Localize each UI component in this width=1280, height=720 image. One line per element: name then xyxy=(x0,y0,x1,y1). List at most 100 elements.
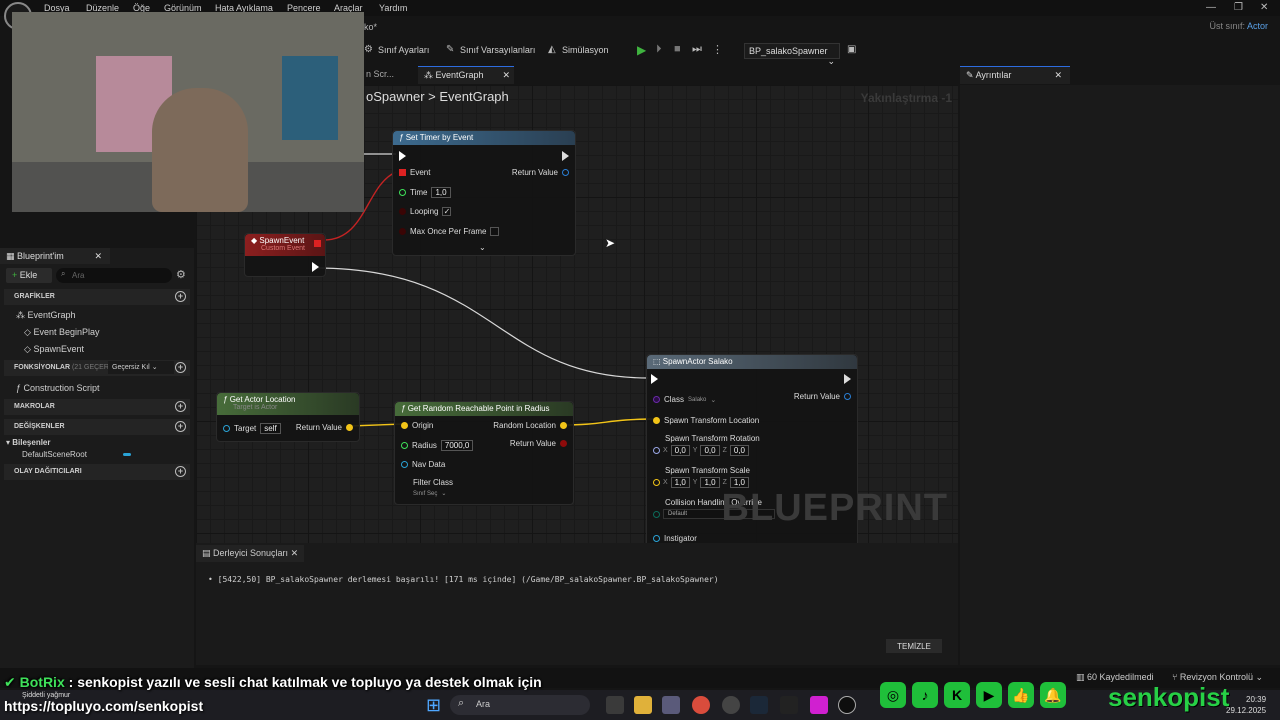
github-icon[interactable] xyxy=(722,696,740,714)
node-spawn-event[interactable]: ◆ SpawnEvent Custom Event xyxy=(244,233,326,277)
settings-gear-icon[interactable]: ⚙ xyxy=(176,268,186,281)
radius-pin[interactable]: Radius 7000,0 xyxy=(401,440,474,451)
tree-item-construction-script[interactable]: ƒ Construction Script xyxy=(16,383,100,393)
class-select[interactable]: Salako xyxy=(688,397,706,403)
spawn-scale-pin[interactable]: Spawn Transform Scale X 1,0 Y 1,0 Z 1,0 xyxy=(653,466,750,488)
return-value-pin[interactable]: Return Value xyxy=(794,392,851,401)
scale-y-input[interactable]: 1,0 xyxy=(700,477,720,488)
class-settings-button[interactable]: ⚙ Sınıf Ayarları xyxy=(364,45,429,56)
compiler-close-icon[interactable]: ✕ xyxy=(291,548,299,558)
return-value-pin[interactable]: Return Value xyxy=(512,168,569,177)
app-icon[interactable] xyxy=(810,696,828,714)
random-location-pin[interactable]: Random Location xyxy=(493,421,567,430)
tree-item-event-graph[interactable]: ⁂ EventGraph xyxy=(16,310,76,321)
tab-details[interactable]: ✎ Ayrıntılar ✕ xyxy=(960,66,1070,84)
exec-out-pin[interactable] xyxy=(312,262,319,272)
section-event-dispatchers[interactable]: OLAY DAĞITICILARI + xyxy=(4,464,190,480)
file-explorer-icon[interactable] xyxy=(634,696,652,714)
section-variables[interactable]: DEĞİŞKENLER + xyxy=(4,419,190,435)
rot-x-input[interactable]: 0,0 xyxy=(670,445,690,456)
tab-close-icon[interactable]: ✕ xyxy=(502,70,510,81)
nav-data-pin[interactable]: Nav Data xyxy=(401,460,445,469)
looping-checkbox[interactable]: ✓ xyxy=(442,207,452,216)
add-graph-icon[interactable]: + xyxy=(175,291,186,302)
taskbar-search[interactable]: ⌕ Ara xyxy=(450,695,590,715)
return-value-pin[interactable]: Return Value xyxy=(296,423,353,432)
instigator-pin[interactable]: Instigator xyxy=(653,534,697,543)
filter-class-select[interactable]: Sınıf Seç ⌄ xyxy=(413,490,446,498)
stop-icon[interactable]: ■ xyxy=(674,43,681,55)
epic-games-icon[interactable] xyxy=(780,696,798,714)
chrome-icon[interactable] xyxy=(692,696,710,714)
tree-item-begin-play[interactable]: ◇ Event BeginPlay xyxy=(24,327,99,338)
youtube-icon: ▶ xyxy=(976,682,1002,708)
clear-button[interactable]: TEMİZLE xyxy=(886,639,942,653)
tab-event-graph[interactable]: ⁂ EventGraph ✕ xyxy=(418,66,514,84)
browse-icon[interactable]: ▣ xyxy=(847,44,856,55)
delegate-out-pin[interactable] xyxy=(314,240,321,247)
add-macro-icon[interactable]: + xyxy=(175,401,186,412)
node-get-random-reachable-point[interactable]: ƒ Get Random Reachable Point in Radius O… xyxy=(394,401,574,505)
exec-out-pin[interactable] xyxy=(562,151,569,161)
class-pin[interactable]: Class Salako ⌄ xyxy=(653,395,716,404)
system-clock[interactable]: 20:39 29.12.2025 xyxy=(1226,694,1266,716)
radius-input[interactable]: 7000,0 xyxy=(440,440,474,451)
exec-in-pin[interactable] xyxy=(399,151,406,161)
compile-message-text: [5422,50] BP_salakoSpawner derlemesi baş… xyxy=(217,575,719,584)
close-icon[interactable]: ✕ xyxy=(1260,2,1268,13)
unreal-engine-icon[interactable] xyxy=(838,696,856,714)
add-variable-icon[interactable]: + xyxy=(175,421,186,432)
panel-close-icon[interactable]: ✕ xyxy=(94,251,102,262)
maximize-icon[interactable]: ❐ xyxy=(1234,2,1243,13)
tab-compiler-results[interactable]: ▤ Derleyici Sonuçları ✕ xyxy=(196,545,305,562)
class-defaults-button[interactable]: ✎ Sınıf Varsayılanları xyxy=(446,45,535,56)
section-functions[interactable]: FONKSİYONLAR (21 GEÇERSİ Geçersiz Kıl ⌄ … xyxy=(4,360,190,376)
looping-pin[interactable]: Looping ✓ xyxy=(399,207,452,216)
rot-z-input[interactable]: 0,0 xyxy=(729,445,749,456)
max-once-checkbox[interactable] xyxy=(490,227,500,236)
simulation-button[interactable]: ◭ Simülasyon xyxy=(548,45,609,56)
parent-class-link[interactable]: Actor xyxy=(1247,21,1268,31)
node-set-timer-by-event[interactable]: ƒ Set Timer by Event Event Return Value … xyxy=(392,130,576,256)
search-input[interactable]: ⌕ Ara xyxy=(56,268,172,283)
event-pin[interactable]: Event xyxy=(399,168,430,177)
target-pin[interactable]: Target self xyxy=(223,423,281,434)
override-dropdown[interactable]: Geçersiz Kıl ⌄ xyxy=(108,361,174,374)
store-icon[interactable] xyxy=(662,696,680,714)
tab-construction-script[interactable]: n Scr... xyxy=(360,66,400,84)
add-button[interactable]: + Ekle xyxy=(6,268,52,283)
minimize-icon[interactable]: — xyxy=(1206,2,1216,13)
add-dispatcher-icon[interactable]: + xyxy=(175,466,186,477)
tree-item-default-scene-root[interactable]: DefaultSceneRoot xyxy=(22,450,131,459)
step-icon[interactable]: ⏵ xyxy=(656,43,662,56)
add-function-icon[interactable]: + xyxy=(175,362,186,373)
expand-icon[interactable]: ⌄ xyxy=(479,243,486,252)
return-value-pin[interactable]: Return Value xyxy=(510,439,567,448)
spawn-location-pin[interactable]: Spawn Transform Location xyxy=(653,416,759,425)
tree-item-spawn-event[interactable]: ◇ SpawnEvent xyxy=(24,344,84,355)
skip-icon[interactable]: ⏭ xyxy=(692,43,702,56)
spawn-rotation-pin[interactable]: Spawn Transform Rotation X 0,0 Y 0,0 Z 0,0 xyxy=(653,434,760,456)
time-input[interactable]: 1,0 xyxy=(431,187,451,198)
windows-start-icon[interactable]: ⊞ xyxy=(426,695,441,716)
steam-icon[interactable] xyxy=(750,696,768,714)
filter-class-pin[interactable]: Filter Class xyxy=(413,478,453,487)
rot-y-input[interactable]: 0,0 xyxy=(700,445,720,456)
details-close-icon[interactable]: ✕ xyxy=(1054,70,1062,81)
play-icon[interactable]: ▶ xyxy=(637,43,646,57)
task-view-icon[interactable] xyxy=(606,696,624,714)
node-get-actor-location[interactable]: ƒ Get Actor Location Target is Actor Tar… xyxy=(216,392,360,442)
exec-in-pin[interactable] xyxy=(651,374,658,384)
origin-pin[interactable]: Origin xyxy=(401,421,433,430)
my-blueprint-tab[interactable]: ▦ Blueprint'im ✕ xyxy=(0,248,110,264)
time-pin[interactable]: Time 1,0 xyxy=(399,187,451,198)
tree-item-components[interactable]: ▾ Bileşenler xyxy=(6,438,51,447)
section-graphs[interactable]: GRAFİKLER + xyxy=(4,289,190,305)
max-once-pin[interactable]: Max Once Per Frame xyxy=(399,227,500,236)
scale-x-input[interactable]: 1,0 xyxy=(670,477,690,488)
exec-out-pin[interactable] xyxy=(844,374,851,384)
more-options-icon[interactable]: ⋮ xyxy=(712,43,723,56)
menu-help[interactable]: Yardım xyxy=(379,3,407,13)
debug-object-select[interactable]: BP_salakoSpawner ⌄ xyxy=(744,43,840,66)
section-macros[interactable]: MAKROLAR + xyxy=(4,399,190,415)
